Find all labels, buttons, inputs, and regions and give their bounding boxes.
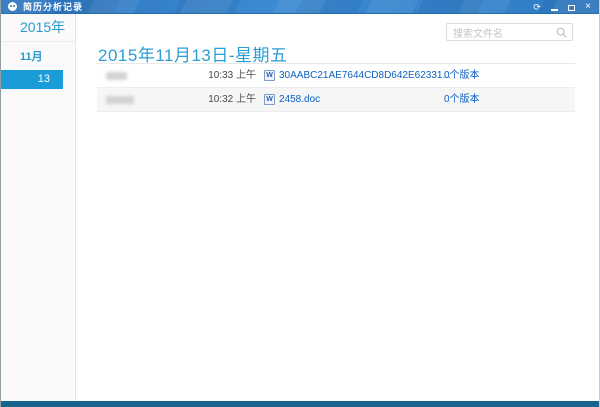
record-row: 10:33 上午 W 30AABC21AE7644CD8D642E62331..…: [97, 64, 575, 88]
search-box: [446, 23, 573, 43]
file-link[interactable]: 30AABC21AE7644CD8D642E62331...: [279, 64, 451, 88]
main-panel: 2015年11月13日-星期五 10:33 上午 W 30AABC21AE764…: [77, 14, 599, 401]
record-time: 10:33 上午: [208, 70, 256, 81]
search-icon[interactable]: [556, 27, 567, 38]
bottom-status-bar: [1, 401, 599, 407]
versions-link[interactable]: 0个版本: [444, 64, 480, 88]
refresh-icon[interactable]: ⟳: [532, 2, 542, 12]
word-doc-icon: W: [264, 70, 275, 81]
date-sidebar: 2015年 11月 13: [1, 14, 76, 401]
window-title: 简历分析记录: [23, 2, 84, 12]
versions-link[interactable]: 0个版本: [444, 88, 480, 112]
logo-dot: [10, 5, 12, 7]
record-row: 10:32 上午 W 2458.doc 0个版本: [97, 88, 575, 112]
maximize-icon[interactable]: [566, 3, 576, 11]
window-controls: ⟳ ×: [532, 1, 593, 12]
app-logo-icon: [8, 2, 17, 11]
redacted-name: [106, 96, 134, 104]
sidebar-item-day-selected[interactable]: 13: [1, 70, 63, 89]
file-link[interactable]: 2458.doc: [279, 88, 320, 112]
minimize-icon[interactable]: [549, 3, 559, 11]
word-doc-icon: W: [264, 94, 275, 105]
record-list: 10:33 上午 W 30AABC21AE7644CD8D642E62331..…: [97, 63, 575, 112]
search-input[interactable]: [447, 26, 572, 43]
redacted-name: [106, 72, 127, 80]
title-bar: 简历分析记录 ⟳ ×: [1, 0, 599, 14]
logo-dot: [13, 5, 15, 7]
sidebar-item-year[interactable]: 2015年: [1, 14, 75, 42]
app-window: 简历分析记录 ⟳ × 2015年 11月 13 2015年11月13日-星期五: [0, 0, 600, 407]
sidebar-item-month[interactable]: 11月: [1, 42, 75, 70]
record-time: 10:32 上午: [208, 94, 256, 105]
close-icon[interactable]: ×: [583, 1, 593, 12]
